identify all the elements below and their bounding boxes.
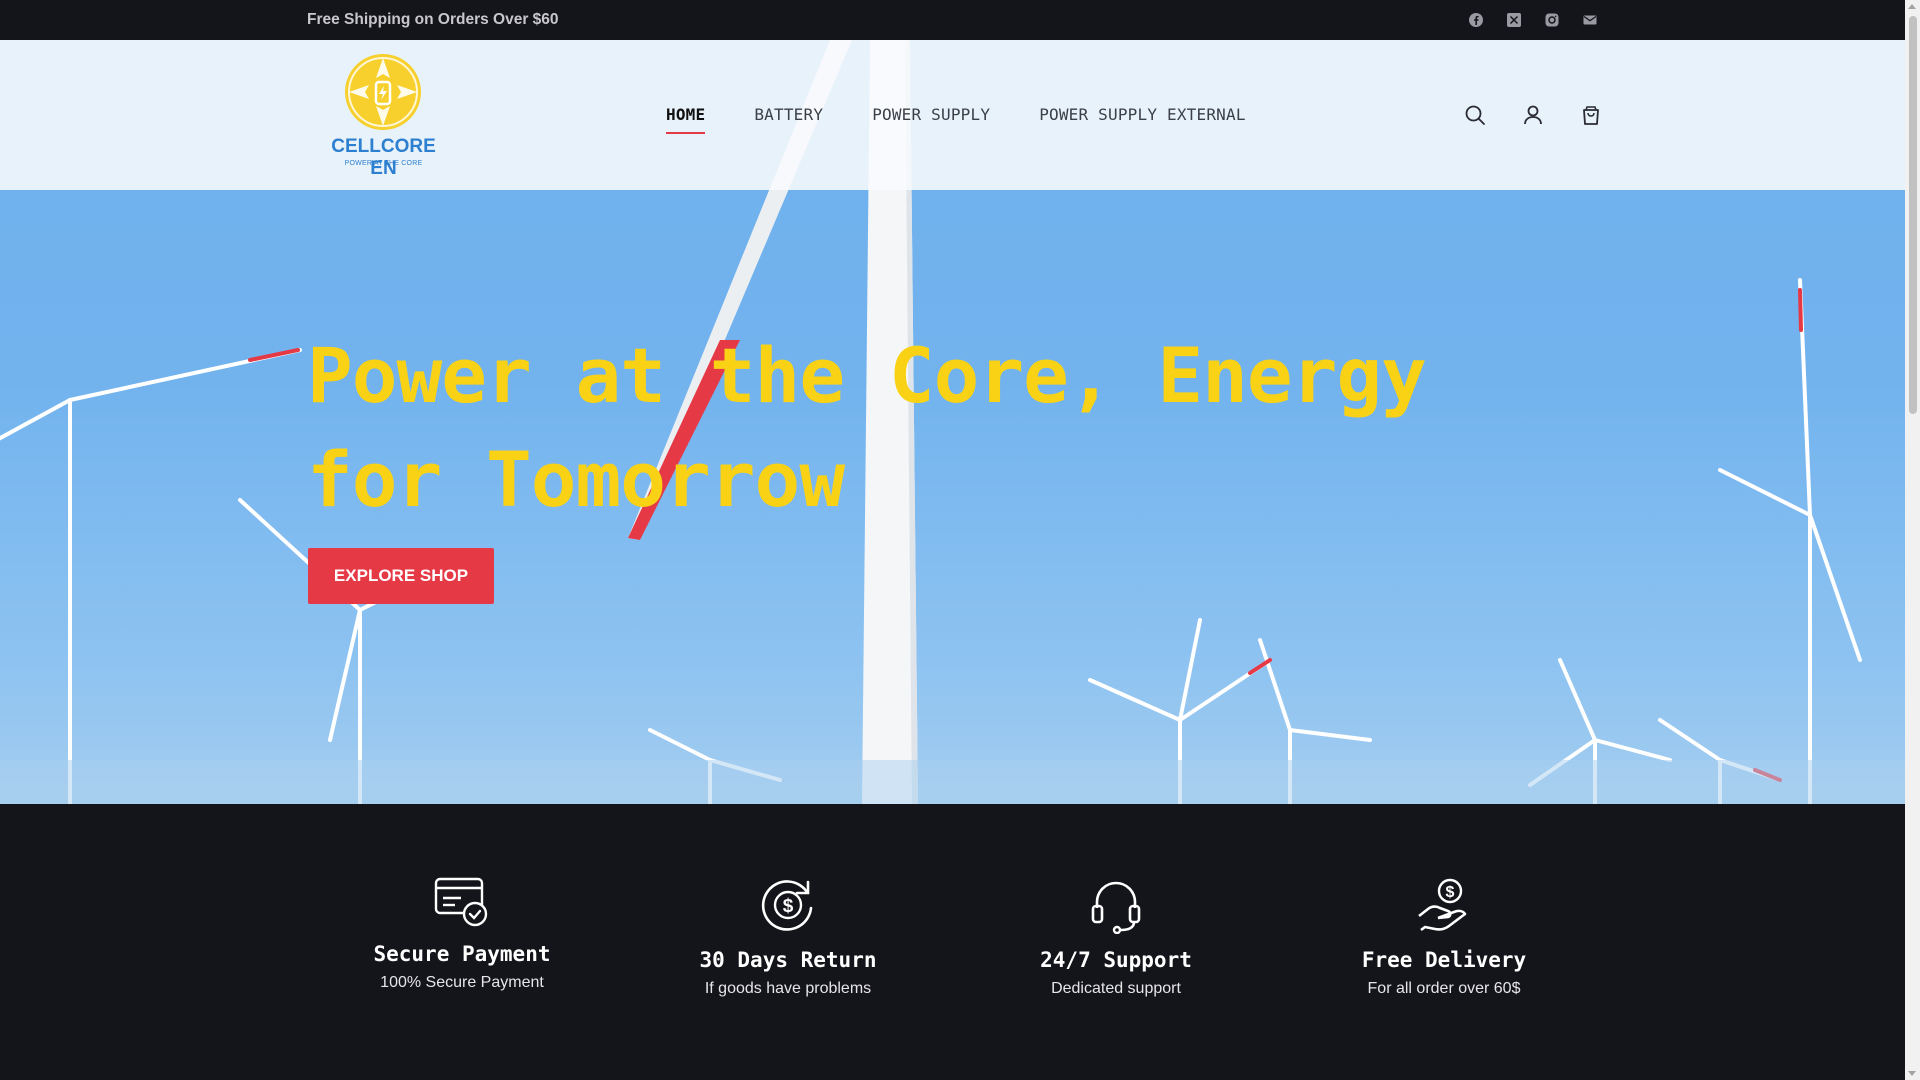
nav-item-home[interactable]: HOME bbox=[666, 105, 706, 134]
card-check-icon bbox=[434, 877, 488, 927]
scrollbar-thumb[interactable] bbox=[1909, 16, 1917, 414]
feature-secure-payment: Secure Payment 100% Secure Payment bbox=[332, 876, 592, 992]
site-header: CELLCORE EN POWER AT THE CORE HOME BATTE… bbox=[0, 40, 1905, 190]
search-icon[interactable] bbox=[1464, 104, 1486, 126]
logo-mark-icon bbox=[345, 54, 421, 130]
svg-text:$: $ bbox=[1446, 884, 1455, 901]
money-return-icon: $ bbox=[761, 880, 813, 931]
hero-headline-line1: Power at the Core, Energy bbox=[307, 331, 1427, 420]
feature-free-delivery: $ Free Delivery For all order over 60$ bbox=[1314, 876, 1574, 998]
social-links bbox=[1468, 12, 1598, 28]
cart-icon[interactable] bbox=[1580, 104, 1602, 126]
header-actions bbox=[1464, 104, 1602, 126]
facebook-icon[interactable] bbox=[1468, 12, 1484, 28]
shipping-promo-text: Free Shipping on Orders Over $60 bbox=[307, 11, 559, 28]
feature-subtitle: For all order over 60$ bbox=[1367, 980, 1521, 997]
page-scrollbar[interactable] bbox=[1905, 0, 1920, 1080]
instagram-icon[interactable] bbox=[1544, 12, 1560, 28]
nav-item-power-supply-external[interactable]: POWER SUPPLY EXTERNAL bbox=[1039, 105, 1246, 124]
feature-subtitle: 100% Secure Payment bbox=[380, 974, 544, 991]
hand-money-icon: $ bbox=[1418, 878, 1467, 932]
feature-title: Secure Payment bbox=[373, 942, 551, 966]
hero-headline-line2: for Tomorrow bbox=[307, 435, 845, 524]
feature-24-7-support: 24/7 Support Dedicated support bbox=[986, 876, 1246, 998]
logo-brand-text: CELLCORE EN bbox=[331, 136, 436, 179]
nav-item-power-supply[interactable]: POWER SUPPLY bbox=[872, 105, 990, 124]
feature-title: 24/7 Support bbox=[1040, 948, 1192, 972]
feature-subtitle: Dedicated support bbox=[1051, 980, 1181, 997]
explore-shop-button[interactable]: EXPLORE SHOP bbox=[308, 548, 494, 604]
site-logo[interactable]: CELLCORE EN POWER AT THE CORE bbox=[316, 52, 451, 179]
headset-icon bbox=[1091, 881, 1141, 934]
hero-headline: Power at the Core, Energy for Tomorrow bbox=[307, 324, 1607, 532]
feature-title: 30 Days Return bbox=[699, 948, 877, 972]
nav-item-battery[interactable]: BATTERY bbox=[754, 105, 823, 124]
svg-text:$: $ bbox=[783, 896, 794, 917]
x-twitter-icon[interactable] bbox=[1506, 12, 1522, 28]
page: Free Shipping on Orders Over $60 CELLCOR… bbox=[0, 0, 1905, 1080]
feature-30-days-return: $ 30 Days Return If goods have problems bbox=[658, 876, 918, 998]
feature-subtitle: If goods have problems bbox=[704, 980, 872, 997]
email-icon[interactable] bbox=[1582, 12, 1598, 28]
account-icon[interactable] bbox=[1522, 104, 1544, 126]
logo-tagline: POWER AT THE CORE bbox=[344, 160, 423, 167]
feature-title: Free Delivery bbox=[1361, 948, 1527, 972]
announcement-bar: Free Shipping on Orders Over $60 bbox=[0, 0, 1905, 40]
scroll-down-arrow-icon[interactable] bbox=[1908, 1071, 1916, 1076]
main-navigation: HOME BATTERY POWER SUPPLY POWER SUPPLY E… bbox=[666, 105, 1295, 134]
scroll-up-arrow-icon[interactable] bbox=[1908, 4, 1916, 9]
features-section: Secure Payment 100% Secure Payment $ 30 … bbox=[0, 804, 1905, 1080]
